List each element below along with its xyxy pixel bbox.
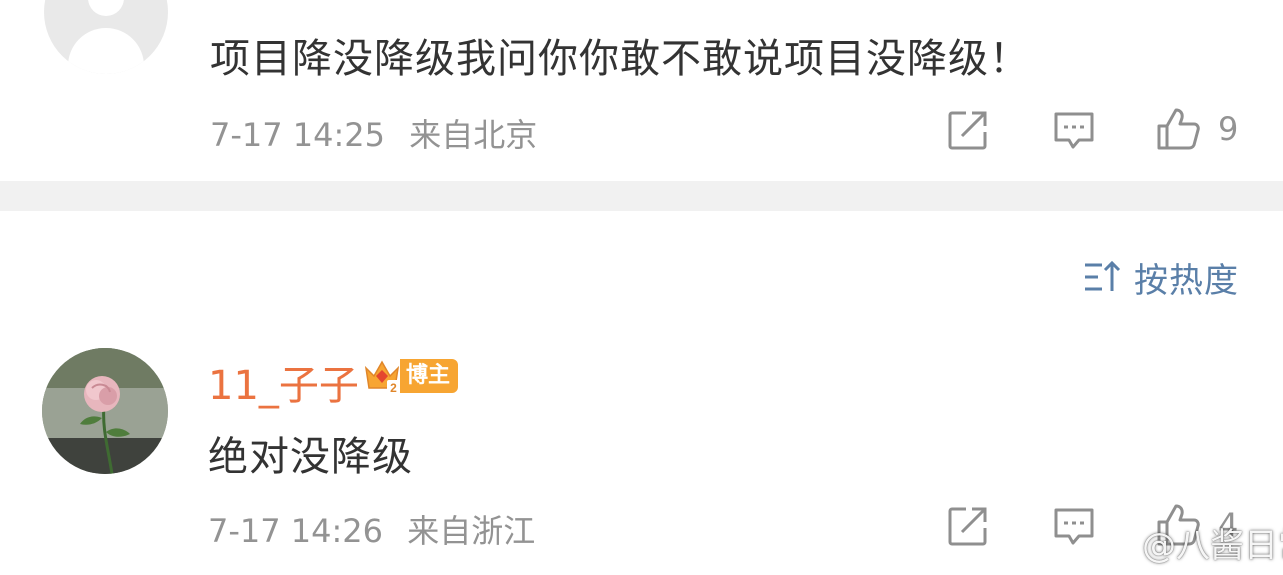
share-icon[interactable] <box>946 108 990 152</box>
share-icon[interactable] <box>946 504 990 548</box>
comment-location: 来自浙江 <box>407 512 536 550</box>
comment-text: 绝对没降级 <box>208 434 413 480</box>
badge-level: 2 <box>390 381 397 395</box>
comment-meta: 7-17 14:25 来自北京 <box>210 110 537 156</box>
watermark-text: @八酱日常 <box>1142 526 1283 566</box>
weibo-logo-icon <box>1098 530 1134 559</box>
rose-avatar-image <box>42 348 168 474</box>
comment-time: 7-17 14:26 <box>208 512 384 550</box>
default-avatar-head <box>88 0 124 16</box>
like-count: 9 <box>1218 110 1239 148</box>
default-avatar-body <box>68 28 144 74</box>
thumbs-up-icon[interactable] <box>1156 106 1200 150</box>
username[interactable]: 11_子子 <box>208 353 359 411</box>
section-divider <box>0 181 1283 211</box>
comment-time: 7-17 14:25 <box>210 116 386 154</box>
comment-meta: 7-17 14:26 来自浙江 <box>208 506 535 552</box>
crown-icon: 2 <box>364 360 400 395</box>
sort-icon <box>1085 260 1121 291</box>
comment-text: 项目降没降级我问你你敢不敢说项目没降级！ <box>210 36 1030 82</box>
comment-feed: 项目降没降级我问你你敢不敢说项目没降级！ 7-17 14:25 来自北京 9 按… <box>0 0 1283 575</box>
blogger-badge: 2 博主 <box>362 356 459 396</box>
avatar[interactable] <box>44 0 168 74</box>
watermark: @八酱日常 <box>1098 518 1283 567</box>
sort-label: 按热度 <box>1134 260 1239 301</box>
sort-toggle[interactable]: 按热度 <box>1082 254 1239 301</box>
avatar[interactable] <box>42 348 168 474</box>
comment-icon[interactable] <box>1052 108 1096 152</box>
badge-label: 博主 <box>400 359 459 393</box>
comment-icon[interactable] <box>1052 504 1096 548</box>
comment-location: 来自北京 <box>409 116 538 154</box>
